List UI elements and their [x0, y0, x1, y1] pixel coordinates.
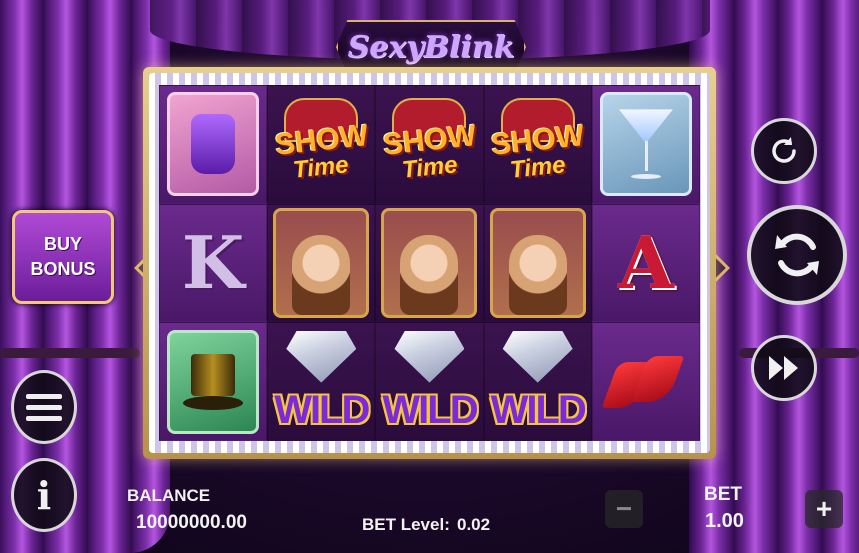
replay-icon [772, 137, 796, 163]
portrait-icon [292, 234, 351, 315]
wild-symbol: WILD [486, 325, 590, 439]
show-time-symbol: SHOW Time [486, 94, 590, 194]
increase-bet-button[interactable]: + [805, 490, 843, 528]
spin-icon [775, 233, 819, 277]
reel-frame: SHOW Time SHOW Time SHOW Time K A WILD W… [143, 67, 716, 459]
a-symbol: A [617, 220, 674, 306]
menu-button[interactable] [11, 370, 77, 444]
menu-icon [26, 388, 62, 427]
wild-symbol: WILD [377, 325, 481, 439]
cocktail-icon [618, 109, 673, 180]
wild-symbol: WILD [269, 325, 373, 439]
diamond-icon [286, 330, 357, 383]
symbol-cell [591, 322, 700, 441]
portrait-symbol [273, 207, 370, 318]
bet-level-value: 0.02 [457, 515, 491, 534]
symbol-cell: A [591, 203, 700, 323]
show-time-symbol: SHOW Time [377, 94, 481, 194]
buy-bonus-button[interactable]: BUY BONUS [12, 210, 114, 304]
symbol-cell [159, 85, 268, 204]
game-logo: SexyBlink [336, 20, 526, 74]
portrait-icon [508, 234, 567, 315]
symbol-cell: WILD [375, 322, 484, 441]
bet-level-label: BET Level: [362, 515, 450, 534]
buy-bonus-label: BUY [43, 233, 82, 254]
k-symbol: K [181, 220, 245, 306]
top-hat-symbol [167, 329, 260, 434]
decrease-bet-button[interactable]: − [605, 490, 643, 528]
show-time-text: Time [292, 151, 351, 185]
replay-button[interactable] [751, 118, 817, 184]
show-time-text: Time [508, 151, 567, 185]
spin-button[interactable] [747, 205, 847, 305]
fast-forward-icon [769, 356, 798, 380]
symbol-cell [483, 203, 592, 323]
wild-text: WILD [382, 387, 478, 432]
wild-text: WILD [490, 387, 587, 432]
balance-label: BALANCE [127, 486, 211, 505]
top-hat-icon [183, 353, 244, 410]
symbol-cell [375, 203, 484, 323]
minus-icon: − [615, 493, 633, 524]
game-title: SexyBlink [347, 29, 515, 65]
fast-forward-button[interactable] [751, 335, 817, 401]
curtain-rope-left [0, 348, 140, 358]
portrait-icon [400, 234, 459, 315]
bet-value: 1.00 [705, 510, 744, 532]
perfume-icon [191, 114, 236, 175]
portrait-symbol [489, 207, 586, 318]
symbol-cell: WILD [267, 322, 376, 441]
show-time-text: Time [400, 151, 459, 185]
info-button[interactable]: i [11, 458, 77, 532]
reel-grid: SHOW Time SHOW Time SHOW Time K A WILD W… [159, 85, 700, 441]
balance-value: 10000000.00 [136, 512, 247, 533]
cocktail-symbol [599, 92, 692, 197]
perfume-symbol [167, 92, 260, 197]
symbol-cell: SHOW Time [483, 85, 592, 204]
bet-label: BET [704, 484, 742, 505]
diamond-icon [502, 330, 573, 383]
wild-text: WILD [274, 387, 370, 432]
game-stage: SexyBlink SHOW Time SHOW Time SHOW Time … [0, 0, 859, 553]
symbol-cell: WILD [483, 322, 592, 441]
show-time-symbol: SHOW Time [269, 94, 373, 194]
symbol-cell: SHOW Time [267, 85, 376, 204]
symbol-cell [267, 203, 376, 323]
red-heels-icon [601, 352, 688, 412]
diamond-icon [394, 330, 465, 383]
info-icon: i [36, 472, 52, 518]
symbol-cell [591, 85, 700, 204]
symbol-cell: K [159, 203, 268, 323]
plus-icon: + [815, 493, 833, 524]
symbol-cell [159, 322, 268, 441]
buy-bonus-label: BONUS [30, 259, 96, 279]
portrait-symbol [381, 207, 478, 318]
symbol-cell: SHOW Time [375, 85, 484, 204]
